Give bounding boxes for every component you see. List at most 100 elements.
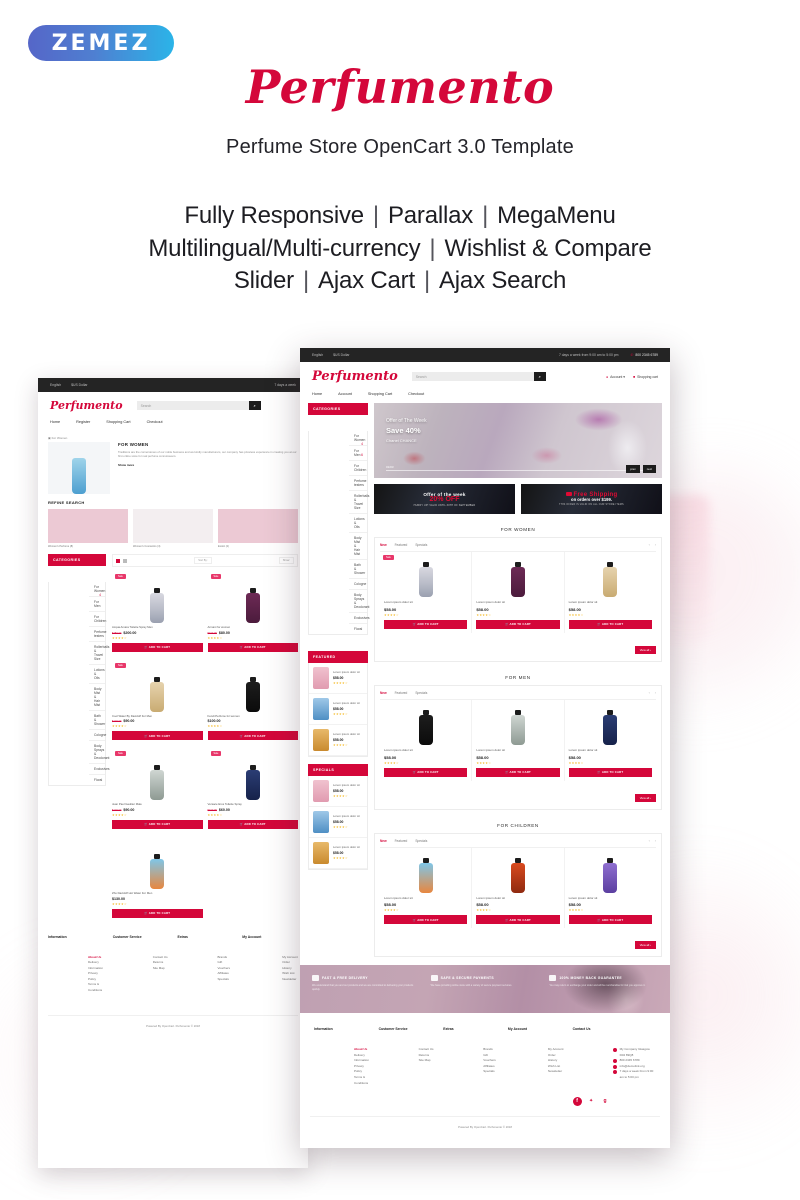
add-to-cart-button[interactable]: 🛒 ADD TO CART — [112, 642, 203, 652]
category-item[interactable]: Lotions & Oils — [89, 665, 105, 684]
list-view-icon[interactable] — [123, 558, 127, 563]
back-search-input[interactable]: Search — [136, 401, 249, 410]
chevron-right-icon[interactable]: › — [655, 543, 656, 547]
chevron-left-icon[interactable]: ‹ — [649, 543, 650, 547]
back-breadcrumb[interactable]: ▣ For Women — [38, 431, 308, 442]
category-item[interactable]: For Men — [89, 597, 105, 612]
list-item[interactable]: Lorem ipsum dolor sit $58.00 ★★★★☆ — [309, 776, 367, 807]
add-to-cart-button[interactable]: 🛒 ADD TO CART — [384, 915, 468, 925]
category-item[interactable]: Bath & Shower — [349, 560, 367, 579]
back-search-icon[interactable]: ⌕ — [248, 401, 261, 410]
list-item[interactable]: Lorem ipsum dolor sit $58.00 ★★★★☆ — [309, 694, 367, 725]
add-to-cart-button[interactable]: 🛒 ADD TO CART — [568, 915, 652, 925]
add-to-cart-button[interactable]: 🛒 ADD TO CART — [112, 731, 203, 741]
category-item[interactable]: Perfume testers — [349, 476, 367, 491]
footer-link[interactable]: Privacy Policy — [354, 1064, 370, 1075]
back-footer-links[interactable]: My Account Order History Wish List Newslett… — [242, 955, 298, 983]
front-search-input[interactable]: Search — [411, 372, 534, 381]
footer-link[interactable]: About Us — [354, 1047, 370, 1053]
footer-link[interactable]: Delivery Information — [88, 960, 104, 971]
product-card[interactable]: Sale Jean Paul Gaultier Male $120.00 $90.00… — [112, 748, 203, 829]
product-name[interactable]: Versace Eros Toilette Spray — [208, 803, 299, 807]
grid-view-icon[interactable] — [116, 558, 120, 563]
front-account-area[interactable]: ● Account ▾ ■ Shopping cart — [606, 375, 658, 379]
add-to-cart-button[interactable]: 🛒 ADD TO CART — [568, 619, 652, 629]
tab-new[interactable]: New — [380, 691, 387, 695]
account-menu[interactable]: ● Account ▾ — [606, 375, 625, 379]
footer-link[interactable]: Specials — [218, 977, 234, 983]
back-search[interactable]: Search ⌕ — [136, 401, 261, 410]
add-to-cart-button[interactable]: 🛒 ADD TO CART — [476, 767, 560, 777]
back-show-select[interactable]: Show: — [278, 557, 294, 564]
tab-featured[interactable]: Featured — [395, 839, 408, 843]
back-show-more[interactable]: Show more — [118, 463, 298, 467]
view-all-button[interactable]: View all › — [634, 645, 656, 654]
add-to-cart-button[interactable]: 🛒 ADD TO CART — [207, 642, 298, 652]
list-item[interactable]: Lorem ipsum dolor sit $58.00 ★★★★☆ — [309, 663, 367, 694]
footer-link[interactable]: Gift Vouchers — [483, 1053, 499, 1064]
category-item[interactable]: Rollerballs & Travel Size — [89, 642, 109, 665]
promo-banner-shipping[interactable]: Free Shipping on orders over $199. THIS … — [521, 484, 662, 514]
front-logo[interactable]: Perfumento — [312, 369, 398, 384]
footer-link[interactable]: Newsletter — [548, 1069, 564, 1075]
add-to-cart-button[interactable]: 🛒 ADD TO CART — [112, 908, 203, 918]
product-card[interactable]: Lorem ipsum dolor sit $58.00 ★★★★☆ 🛒 ADD TO… — [565, 552, 656, 633]
back-nav[interactable]: Home Register Shopping Cart Checkout — [38, 416, 308, 431]
twitter-icon[interactable]: ✦ — [587, 1097, 596, 1106]
front-search[interactable]: Search ⌕ — [411, 372, 546, 381]
section-tabs[interactable]: New Featured Specials ‹ › — [380, 691, 656, 700]
search-icon[interactable]: ⌕ — [533, 372, 546, 381]
back-refine-item[interactable]: Exotic (2) — [218, 509, 298, 548]
tab-specials[interactable]: Specials — [415, 839, 427, 843]
footer-link[interactable]: Terms & Conditions — [354, 1075, 370, 1086]
back-currency-selector[interactable]: $US Dollar — [71, 383, 87, 387]
back-nav-checkout[interactable]: Checkout — [147, 420, 163, 424]
chevron-right-icon[interactable]: › — [655, 839, 656, 843]
product-card[interactable]: Sale Cool Water By Davidoff For Men $120.0… — [112, 660, 203, 741]
back-categories-list[interactable]: For Women 4 For Men For Children Perfume tes… — [48, 582, 110, 786]
category-item[interactable]: Cologne — [89, 730, 106, 741]
category-item[interactable]: For Children — [349, 461, 367, 476]
product-name[interactable]: Lorem ipsum dolor sit — [384, 896, 467, 901]
chevron-left-icon[interactable]: ‹ — [649, 839, 650, 843]
category-item[interactable]: For Men 6 — [349, 446, 367, 461]
tab-new[interactable]: New — [380, 839, 387, 843]
tab-new[interactable]: New — [380, 543, 387, 547]
product-card[interactable]: Lorem ipsum dolor sit $58.00 ★★★★☆ 🛒 ADD TO… — [472, 699, 565, 781]
product-card[interactable]: Sale Versace Eros Toilette Spray $100.00 $6… — [207, 748, 299, 829]
carousel-arrows[interactable]: ‹ › — [649, 543, 656, 547]
footer-link[interactable]: Delivery Information — [354, 1053, 370, 1064]
category-item[interactable]: Perfume testers — [89, 627, 106, 642]
product-card[interactable]: Sale Lorem ipsum dolor sit $58.00 ★★★★☆ 🛒 AD… — [380, 552, 473, 633]
footer-link[interactable]: Site Map — [153, 966, 169, 972]
product-name[interactable]: Lorem ipsum dolor sit — [384, 600, 467, 605]
section-tabs[interactable]: New Featured Specials ‹ › — [380, 839, 656, 848]
product-card[interactable]: Sale Armani for women $100.00 $80.00 ★★★★☆ 🛒 … — [207, 571, 299, 652]
front-nav[interactable]: Home Account Shopping Cart Checkout — [300, 388, 670, 403]
footer-link[interactable]: Site Map — [419, 1058, 435, 1064]
category-item[interactable]: Body Mist & Hair Mist — [349, 533, 367, 560]
category-item[interactable]: Body Mist & Hair Mist — [89, 684, 105, 711]
cart-button[interactable]: ■ Shopping cart — [633, 375, 658, 379]
front-currency-selector[interactable]: $US Dollar — [333, 353, 349, 357]
google-plus-icon[interactable]: g — [601, 1097, 610, 1106]
product-card[interactable]: Zhu Davidoff Hot Water For Men $130.00 ★★★… — [112, 837, 203, 918]
front-nav-account[interactable]: Account — [338, 392, 352, 396]
carousel-arrows[interactable]: ‹ › — [649, 691, 656, 695]
product-card[interactable]: Lorem ipsum dolor sit $58.00 ★★★★☆ 🛒 ADD TO… — [380, 847, 473, 929]
category-item[interactable]: Lotions & Oils — [349, 514, 367, 533]
hero-slider[interactable]: Offer of The Week Save 40% Chanel CHANCE… — [374, 403, 662, 478]
product-name[interactable]: Lorem ipsum dolor sit — [476, 748, 559, 753]
product-card[interactable]: Lorem ipsum dolor sit $58.00 ★★★★☆ 🛒 ADD TO… — [380, 699, 473, 781]
hero-prev-button[interactable]: prev — [626, 465, 640, 473]
footer-links[interactable]: About Us Delivery Information Privacy Poli… — [314, 1047, 370, 1086]
back-mockup-category-page[interactable]: English $US Dollar 7 days a week Perfume… — [38, 378, 308, 1168]
front-nav-shopping-cart[interactable]: Shopping Cart — [368, 392, 392, 396]
tab-specials[interactable]: Specials — [415, 543, 427, 547]
back-refine-item[interactable]: Women's Perfume (8) — [48, 509, 128, 548]
category-item[interactable]: Cologne — [349, 579, 367, 590]
list-item[interactable]: Lorem ipsum dolor sit $58.00 ★★★★☆ — [309, 838, 367, 869]
section-tabs[interactable]: New Featured Specials ‹ › — [380, 543, 656, 552]
tab-featured[interactable]: Featured — [395, 691, 408, 695]
product-name[interactable]: Armani for women — [208, 625, 299, 630]
